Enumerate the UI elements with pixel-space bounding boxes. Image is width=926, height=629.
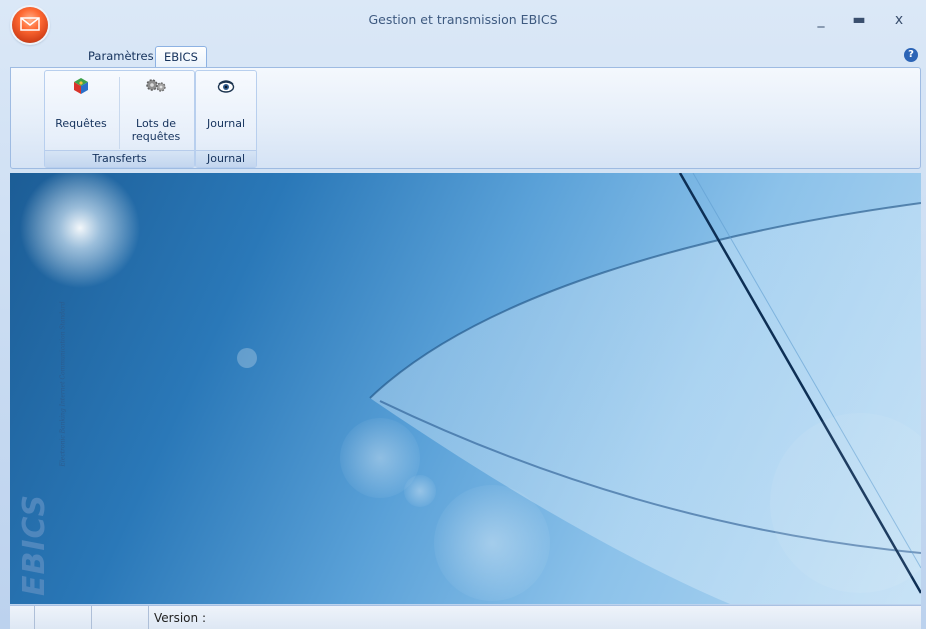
minimize-icon: _ <box>817 12 825 28</box>
gears-icon <box>146 79 166 92</box>
lots-de-requetes-button[interactable]: Lots de requêtes <box>123 77 189 147</box>
minimize-button[interactable]: _ <box>808 10 834 30</box>
tab-ebics[interactable]: EBICS <box>155 46 207 68</box>
journal-label: Journal <box>206 117 246 130</box>
maximize-button[interactable]: ▬ <box>846 10 872 30</box>
ebics-logo: EBICS <box>17 493 52 596</box>
ebics-banner: EBICS Electronic Banking Internet Commun… <box>10 173 921 604</box>
app-window: Gestion et transmission EBICS _ ▬ x Para… <box>0 0 926 629</box>
maximize-icon: ▬ <box>852 12 866 28</box>
status-cell <box>10 606 35 629</box>
eye-icon <box>217 80 235 93</box>
close-icon: x <box>894 12 904 28</box>
group-journal: Journal Journal <box>195 70 257 168</box>
group-label-transferts: Transferts <box>45 150 194 167</box>
status-bar: Version : <box>10 605 921 629</box>
requetes-button[interactable]: Requêtes <box>49 77 113 147</box>
version-label: Version : <box>154 611 206 625</box>
close-button[interactable]: x <box>886 10 912 30</box>
title-bar: Gestion et transmission EBICS _ ▬ x <box>0 0 926 50</box>
status-cell <box>92 606 149 629</box>
lots-de-requetes-label: Lots de requêtes <box>123 117 189 143</box>
ribbon-panel: Requêtes Lots de requêtes Transferts Jou… <box>10 67 921 169</box>
lots-label-line1: Lots de <box>136 117 176 130</box>
cube-icon <box>74 78 88 94</box>
journal-button[interactable]: Journal <box>198 77 254 147</box>
status-cell <box>35 606 92 629</box>
group-separator <box>119 77 120 149</box>
window-title: Gestion et transmission EBICS <box>368 12 558 27</box>
tab-parametres[interactable]: Paramètres <box>80 46 162 67</box>
lots-label-line2: requêtes <box>131 130 181 143</box>
group-label-journal: Journal <box>196 150 256 167</box>
group-transferts: Requêtes Lots de requêtes Transferts <box>44 70 195 168</box>
ebics-tagline: Electronic Banking Internet Communicatio… <box>59 301 67 467</box>
requetes-label: Requêtes <box>55 117 107 130</box>
help-icon[interactable]: ? <box>904 48 918 62</box>
ribbon-tabs: Paramètres EBICS ? <box>0 44 926 68</box>
banner-art <box>20 173 921 604</box>
